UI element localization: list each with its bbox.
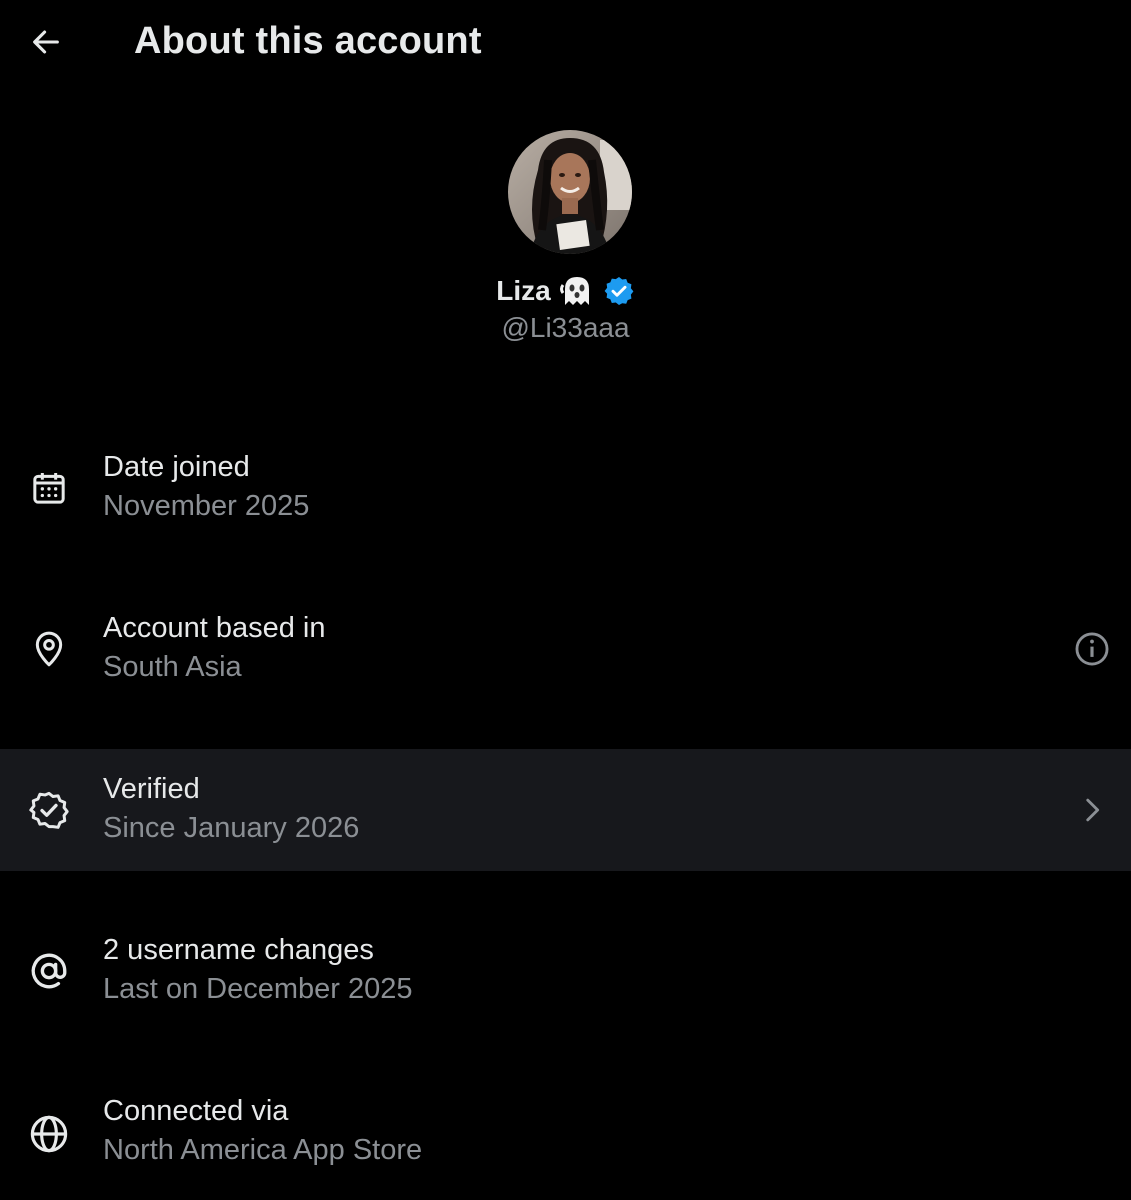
row-title: Account based in	[103, 612, 326, 644]
row-subtitle: South Asia	[103, 651, 242, 683]
row-title: Connected via	[103, 1095, 289, 1127]
account-based-in-row: Account based in South Asia	[0, 588, 1131, 710]
name-row: Liza	[0, 271, 1131, 311]
location-pin-icon	[26, 626, 72, 672]
row-subtitle: Since January 2026	[103, 812, 360, 844]
calendar-icon	[26, 465, 72, 511]
arrow-left-icon	[33, 30, 59, 54]
chevron-right-icon	[1069, 787, 1115, 833]
display-name: Liza	[496, 275, 551, 306]
info-icon	[1075, 632, 1109, 666]
top-bar: About this account	[0, 0, 1131, 84]
ghost-icon	[559, 277, 589, 305]
row-subtitle: November 2025	[103, 490, 310, 522]
date-joined-row: Date joined November 2025	[0, 427, 1131, 549]
username-changes-row: 2 username changes Last on December 2025	[0, 910, 1131, 1032]
row-subtitle: Last on December 2025	[103, 973, 413, 1005]
username-handle: @Li33aaa	[501, 312, 630, 343]
globe-icon	[26, 1111, 72, 1157]
at-sign-icon	[26, 948, 72, 994]
verified-row[interactable]: Verified Since January 2026	[0, 749, 1131, 871]
verified-badge-icon	[604, 277, 634, 305]
back-button[interactable]	[22, 18, 70, 66]
row-title: Date joined	[103, 451, 250, 483]
verified-check-icon	[26, 787, 72, 833]
row-subtitle: North America App Store	[103, 1134, 423, 1166]
info-button[interactable]	[1069, 626, 1115, 672]
avatar[interactable]	[508, 130, 632, 254]
page-title: About this account	[134, 20, 482, 62]
connected-via-row: Connected via North America App Store	[0, 1071, 1131, 1193]
row-title: 2 username changes	[103, 934, 374, 966]
row-title: Verified	[103, 773, 200, 805]
